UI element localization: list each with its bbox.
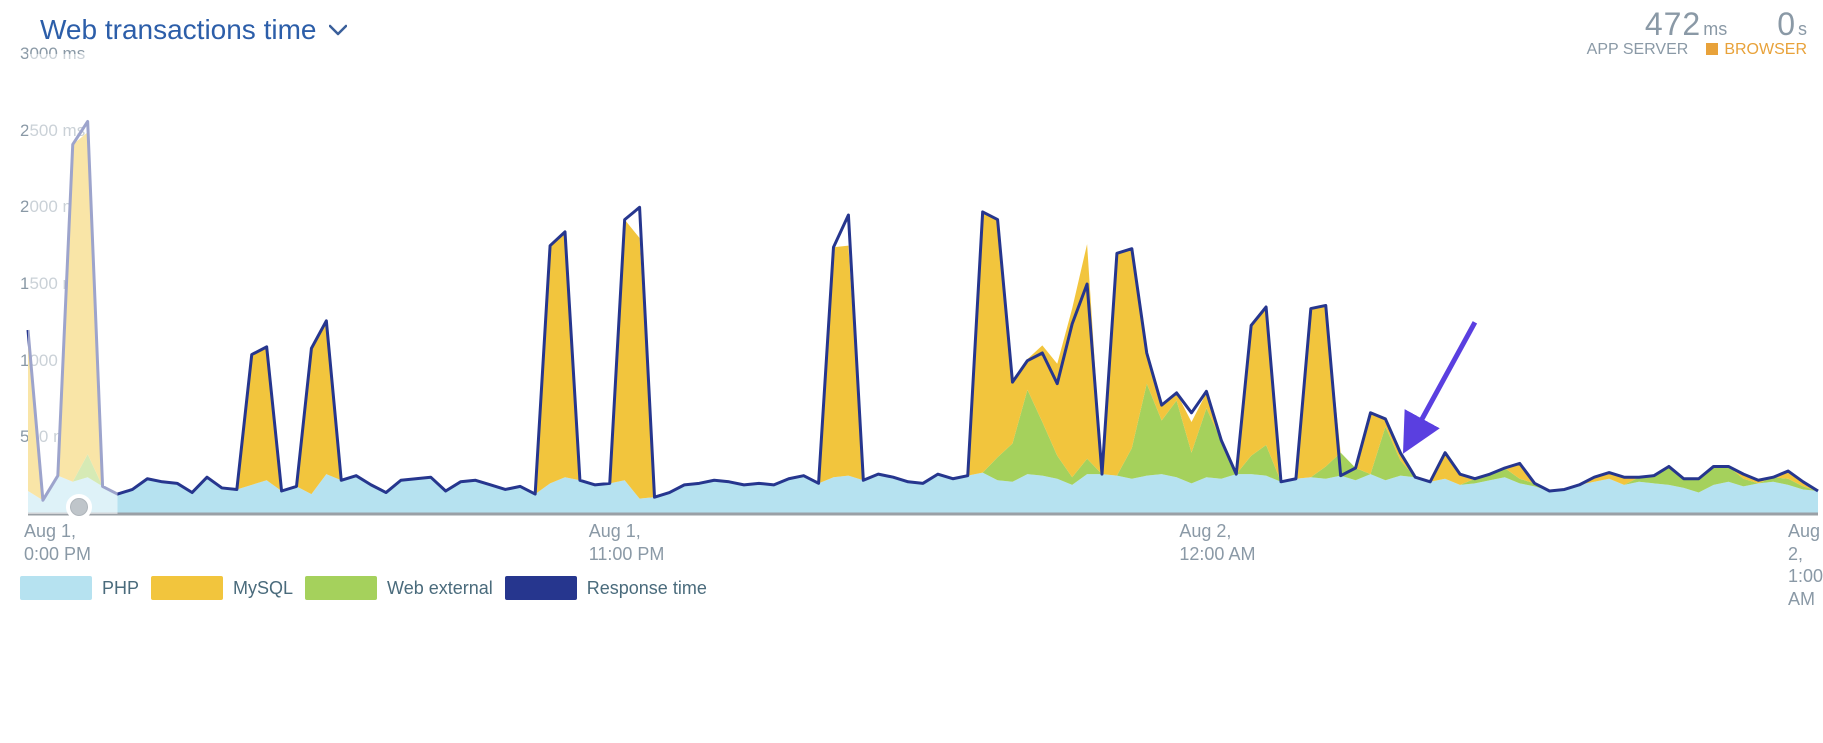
chart-x-axis: Aug 1,0:00 PM Aug 1,11:00 PM Aug 2,12:00 A… [10, 514, 1818, 570]
faded-range-overlay [28, 54, 118, 514]
x-tick-label: Aug 1,0:00 PM [24, 520, 91, 565]
legend-swatch-php [20, 576, 92, 600]
app-server-value: 472ms [1645, 6, 1727, 43]
legend-label-rt: Response time [587, 578, 707, 599]
chart-plot-area[interactable]: 500 ms1000 ms1500 ms2000 ms2500 ms3000 m… [10, 54, 1818, 514]
legend-item-webext[interactable]: Web external [305, 576, 493, 600]
legend-item-response-time[interactable]: Response time [505, 576, 707, 600]
chevron-down-icon [329, 19, 347, 42]
legend-item-mysql[interactable]: MySQL [151, 576, 293, 600]
series-area-mysql [28, 132, 1818, 500]
legend-swatch-mysql [151, 576, 223, 600]
chart-title: Web transactions time [40, 14, 317, 46]
chart-legend: PHP MySQL Web external Response time [10, 570, 1813, 600]
browser-value: 0s [1777, 6, 1807, 43]
x-tick-label: Aug 2,1:00 AM [1788, 520, 1823, 610]
legend-swatch-rt [505, 576, 577, 600]
x-tick-label: Aug 2,12:00 AM [1179, 520, 1255, 565]
legend-label-php: PHP [102, 578, 139, 599]
header-metrics: 472ms 0s APP SERVER BROWSER [1587, 6, 1807, 59]
legend-label-webext: Web external [387, 578, 493, 599]
chart-title-dropdown[interactable]: Web transactions time [10, 6, 1813, 50]
legend-item-php[interactable]: PHP [20, 576, 139, 600]
x-tick-label: Aug 1,11:00 PM [589, 520, 665, 565]
series-line-response-time [28, 121, 1818, 500]
legend-label-mysql: MySQL [233, 578, 293, 599]
legend-swatch-webext [305, 576, 377, 600]
